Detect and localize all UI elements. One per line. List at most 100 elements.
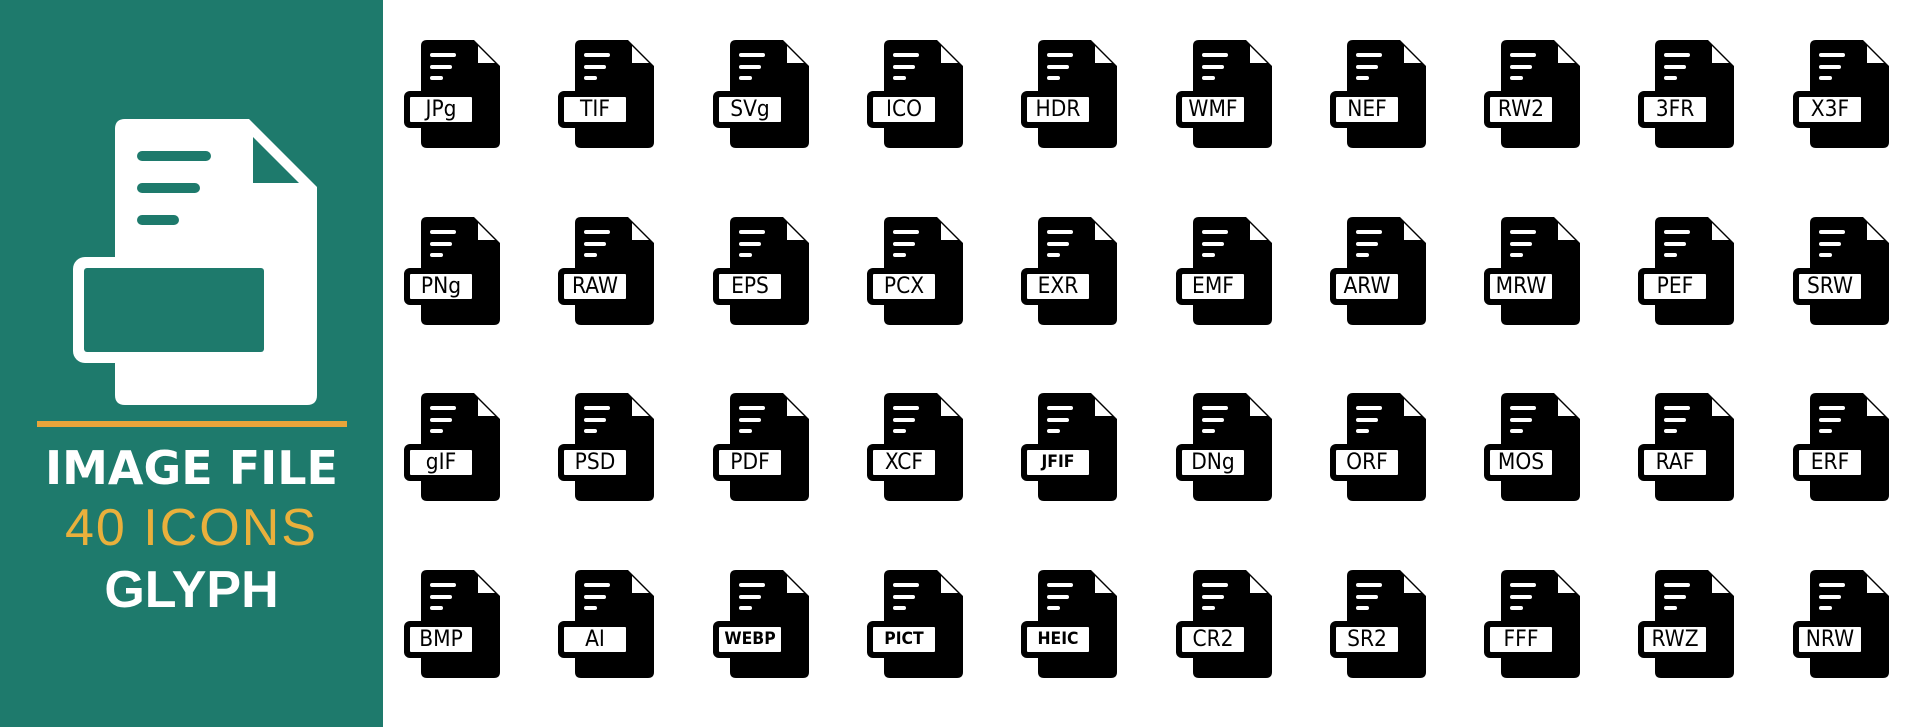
document-icon	[558, 217, 654, 325]
file-type-label: ARW	[1343, 273, 1391, 299]
document-icon	[1638, 570, 1734, 678]
document-icon	[1176, 217, 1272, 325]
file-icon-rw2: RW2	[1480, 34, 1590, 152]
file-icon-jfif: JFIF	[1017, 387, 1127, 505]
title-panel: IMAGE FILE 40 ICONS GLYPH	[0, 0, 383, 727]
file-icon-svg: SVg	[709, 34, 819, 152]
file-icon-eps: EPS	[709, 211, 819, 329]
file-icon-srw: SRW	[1789, 211, 1899, 329]
file-type-label: AI	[585, 626, 605, 652]
document-icon	[1793, 40, 1889, 148]
file-icon-nrw: NRW	[1789, 564, 1899, 682]
file-type-label: PSD	[574, 449, 616, 475]
file-icon-xcf: XCF	[863, 387, 973, 505]
file-type-label: ICO	[885, 96, 923, 122]
document-icon	[1484, 570, 1580, 678]
file-icon-3fr: 3FR	[1634, 34, 1744, 152]
document-icon	[1638, 217, 1734, 325]
title-line-1: IMAGE FILE	[45, 441, 338, 495]
document-icon	[1793, 217, 1889, 325]
document-icon	[1021, 393, 1117, 501]
document-icon	[713, 40, 809, 148]
document-icon	[867, 40, 963, 148]
file-type-label: FFF	[1503, 626, 1539, 652]
file-type-label: WMF	[1188, 96, 1238, 122]
file-icon-x3f: X3F	[1789, 34, 1899, 152]
document-icon	[1330, 217, 1426, 325]
document-icon	[404, 570, 500, 678]
file-type-label: TIF	[580, 96, 610, 122]
file-icon-webp: WEBP	[709, 564, 819, 682]
document-icon	[867, 570, 963, 678]
file-icon-png: PNg	[400, 211, 510, 329]
document-icon	[1021, 570, 1117, 678]
file-icon-heic: HEIC	[1017, 564, 1127, 682]
file-type-label: ERF	[1810, 449, 1850, 475]
document-icon	[1176, 570, 1272, 678]
file-type-label: SVg	[730, 96, 770, 122]
document-icon	[1638, 393, 1734, 501]
file-icon-cr2: CR2	[1172, 564, 1282, 682]
file-type-label: PDF	[730, 449, 770, 475]
file-type-label: SRW	[1806, 273, 1854, 299]
document-icon	[1330, 570, 1426, 678]
file-type-label: EPS	[731, 273, 769, 299]
file-icon-mos: MOS	[1480, 387, 1590, 505]
file-type-label: DNg	[1191, 449, 1235, 475]
file-type-label: WEBP	[724, 629, 776, 649]
file-icon-ai: AI	[554, 564, 664, 682]
document-icon	[867, 393, 963, 501]
file-icon-pef: PEF	[1634, 211, 1744, 329]
document-icon	[1330, 40, 1426, 148]
file-type-label: X3F	[1810, 96, 1850, 122]
file-icon-arw: ARW	[1326, 211, 1436, 329]
file-type-label: 3FR	[1655, 96, 1695, 122]
document-icon	[1793, 570, 1889, 678]
file-type-label: NRW	[1805, 626, 1855, 652]
file-icon-jpg: JPg	[400, 34, 510, 152]
title-line-2: 40 ICONS	[65, 499, 318, 557]
document-icon	[1638, 40, 1734, 148]
file-type-label: EXR	[1037, 273, 1079, 299]
document-icon	[404, 217, 500, 325]
image-file-icon	[73, 119, 317, 405]
file-type-label: PEF	[1656, 273, 1694, 299]
file-icon-exr: EXR	[1017, 211, 1127, 329]
file-icon-tif: TIF	[554, 34, 664, 152]
file-type-label: NEF	[1347, 96, 1387, 122]
file-type-label: EMF	[1192, 273, 1234, 299]
file-type-label: RW2	[1497, 96, 1545, 122]
file-type-label: MRW	[1495, 273, 1547, 299]
file-icon-sr2: SR2	[1326, 564, 1436, 682]
file-type-label: PICT	[884, 629, 924, 649]
file-type-label: CR2	[1192, 626, 1234, 652]
file-icon-orf: ORF	[1326, 387, 1436, 505]
file-type-label: HDR	[1035, 96, 1081, 122]
document-icon	[1793, 393, 1889, 501]
file-icon-fff: FFF	[1480, 564, 1590, 682]
file-icon-pdf: PDF	[709, 387, 819, 505]
document-icon	[1021, 40, 1117, 148]
document-icon	[558, 393, 654, 501]
file-icon-wmf: WMF	[1172, 34, 1282, 152]
document-icon	[1176, 40, 1272, 148]
file-type-label: RAF	[1655, 449, 1695, 475]
file-type-label: RAW	[572, 273, 618, 299]
document-icon	[1176, 393, 1272, 501]
file-icon-bmp: BMP	[400, 564, 510, 682]
document-icon	[1021, 217, 1117, 325]
document-icon	[713, 570, 809, 678]
title-line-3: GLYPH	[104, 561, 279, 619]
document-icon	[1484, 217, 1580, 325]
file-type-label: JPg	[425, 96, 457, 122]
file-icon-pcx: PCX	[863, 211, 973, 329]
document-icon	[867, 217, 963, 325]
file-type-label: BMP	[419, 626, 463, 652]
file-type-label: HEIC	[1037, 629, 1079, 649]
file-type-label: PNg	[420, 273, 462, 299]
document-icon	[713, 217, 809, 325]
file-icon-rwz: RWZ	[1634, 564, 1744, 682]
file-icon-gif: gIF	[400, 387, 510, 505]
file-icon-psd: PSD	[554, 387, 664, 505]
file-icon-ico: ICO	[863, 34, 973, 152]
